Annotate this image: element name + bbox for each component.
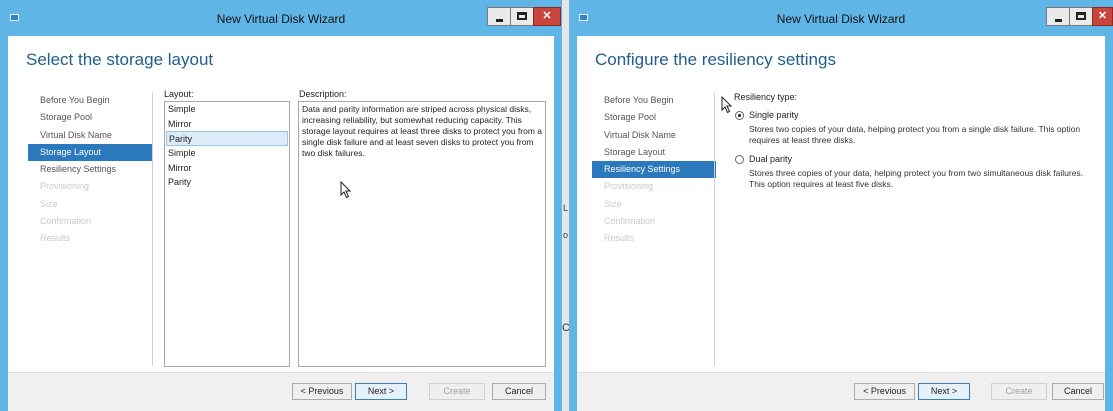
right-wizard-window: New Virtual Disk Wizard ✕ Configure the … [569, 0, 1113, 411]
create-button[interactable]: Create [991, 383, 1047, 400]
maximize-button[interactable] [1069, 7, 1093, 26]
description-text: Data and parity information are striped … [302, 104, 543, 158]
cancel-button[interactable]: Cancel [492, 383, 546, 400]
background-window-fragment: C [562, 322, 570, 334]
page-title: Configure the resiliency settings [595, 50, 836, 69]
layout-label: Layout: [164, 89, 194, 99]
maximize-button[interactable] [510, 7, 534, 26]
wizard-step-resiliency-settings[interactable]: Resiliency Settings [592, 161, 716, 179]
layout-option-simple[interactable]: Simple [166, 146, 288, 161]
background-window-fragment: o [562, 230, 568, 240]
left-wizard-window: New Virtual Disk Wizard ✕ Select the sto… [0, 0, 562, 411]
title-bar[interactable]: New Virtual Disk Wizard ✕ [0, 0, 562, 36]
resiliency-type-label: Resiliency type: [734, 92, 798, 102]
wizard-steps: Before You Begin Storage Pool Virtual Disk… [28, 92, 170, 248]
layout-option-parity[interactable]: Parity [166, 175, 288, 190]
wizard-client-area: Configure the resiliency settings Before… [577, 36, 1105, 411]
single-parity-description: Stores two copies of your data, helping … [749, 124, 1081, 145]
radio-selected-dot [738, 114, 741, 117]
layout-option-mirror[interactable]: Mirror [166, 161, 288, 176]
wizard-step-resiliency-settings[interactable]: Resiliency Settings [40, 161, 170, 178]
maximize-icon [1076, 12, 1086, 20]
wizard-footer: < Previous Next > Create Cancel [8, 372, 554, 411]
next-button[interactable]: Next > [918, 383, 970, 400]
close-icon: ✕ [542, 10, 552, 22]
minimize-icon [1055, 19, 1062, 22]
window-title: New Virtual Disk Wizard [776, 12, 906, 26]
single-parity-label[interactable]: Single parity [749, 110, 799, 120]
previous-button[interactable]: < Previous [854, 383, 915, 400]
layout-option-parity[interactable]: Parity [166, 131, 288, 147]
wizard-step-confirmation: Confirmation [40, 216, 92, 227]
description-label: Description: [299, 89, 347, 99]
wizard-footer: < Previous Next > Create Cancel [577, 372, 1105, 411]
minimize-button[interactable] [1046, 7, 1070, 26]
steps-divider [152, 92, 153, 366]
wizard-step-storage-layout[interactable]: Storage Layout [28, 143, 152, 162]
close-button[interactable]: ✕ [533, 7, 561, 26]
wizard-step-storage-pool[interactable]: Storage Pool [40, 109, 170, 126]
background-window-fragment: L [562, 203, 568, 213]
minimize-button[interactable] [487, 7, 511, 26]
wizard-step-before-you-begin[interactable]: Before You Begin [40, 92, 170, 109]
layout-listbox[interactable]: Simple Mirror Parity Simple Mirror Parity [164, 101, 290, 367]
previous-button[interactable]: < Previous [292, 383, 352, 400]
wizard-step-results: Results [40, 233, 71, 244]
wizard-client-area: Select the storage layout Before You Beg… [8, 36, 554, 411]
maximize-icon [517, 12, 527, 20]
dual-parity-radio[interactable] [735, 155, 744, 164]
cancel-button[interactable]: Cancel [1052, 383, 1104, 400]
title-bar[interactable]: New Virtual Disk Wizard ✕ [569, 0, 1113, 36]
steps-divider [714, 92, 715, 366]
next-button[interactable]: Next > [355, 383, 407, 400]
layout-option-mirror[interactable]: Mirror [166, 117, 288, 132]
close-button[interactable]: ✕ [1092, 7, 1113, 26]
window-title: New Virtual Disk Wizard [216, 12, 346, 26]
single-parity-radio[interactable] [735, 111, 744, 120]
dual-parity-description: Stores three copies of your data, helpin… [749, 168, 1084, 189]
wizard-step-size: Size [40, 198, 58, 209]
close-icon: ✕ [1097, 10, 1108, 22]
minimize-icon [496, 19, 503, 22]
mouse-pointer-icon [340, 181, 352, 199]
wizard-step-virtual-disk-name[interactable]: Virtual Disk Name [40, 127, 170, 144]
layout-option-simple[interactable]: Simple [166, 102, 288, 117]
dual-parity-label[interactable]: Dual parity [749, 154, 792, 164]
mouse-pointer-icon [721, 96, 733, 114]
page-title: Select the storage layout [26, 50, 214, 69]
wizard-step-provisioning: Provisioning [40, 181, 90, 192]
create-button[interactable]: Create [429, 383, 485, 400]
description-box: Data and parity information are striped … [298, 101, 546, 367]
